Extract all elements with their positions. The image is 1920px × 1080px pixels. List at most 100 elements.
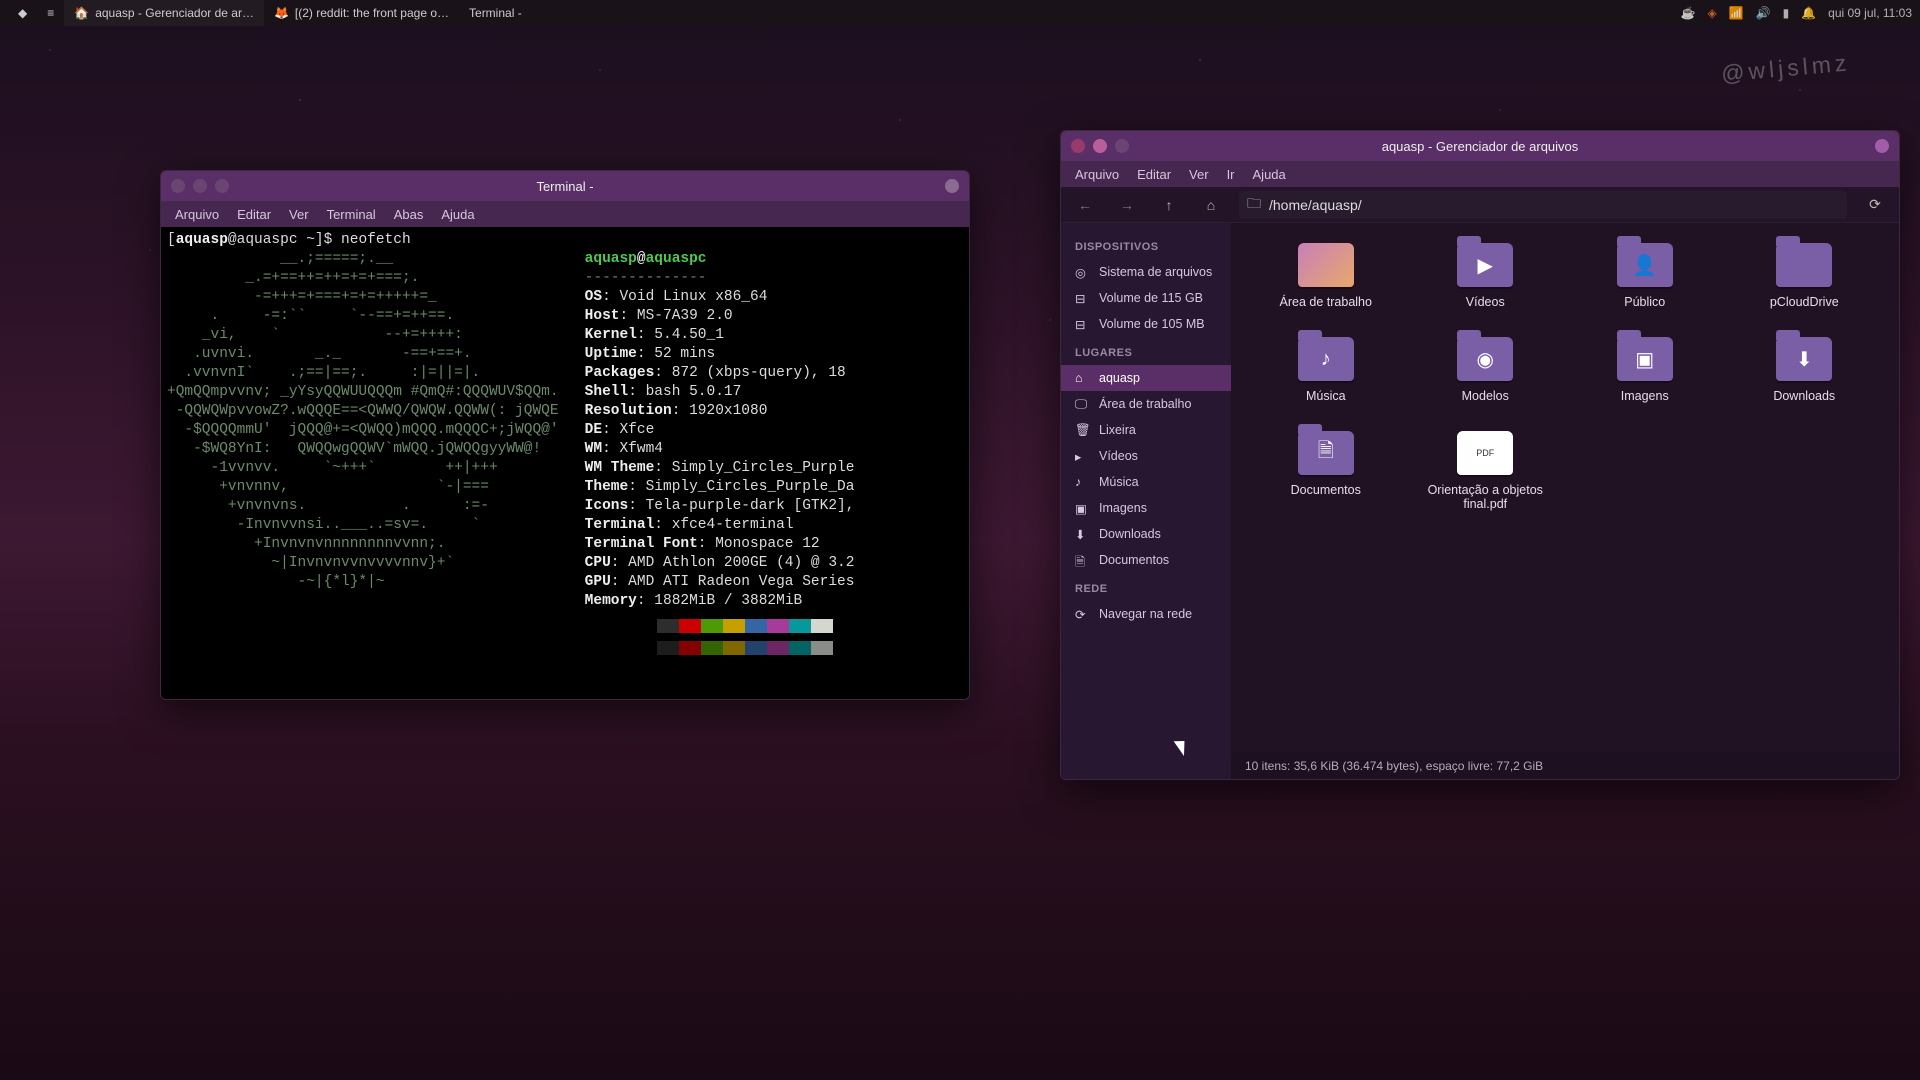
sidebar-item-icon: 🗎 (1075, 553, 1089, 567)
sidebar-item[interactable]: ⟳Navegar na rede (1061, 601, 1231, 627)
taskbar-item-filemanager[interactable]: 🏠aquasp - Gerenciador de ar… (64, 0, 264, 26)
wifi-icon[interactable]: 📶 (1729, 6, 1744, 20)
terminal-menubar: Arquivo Editar Ver Terminal Abas Ajuda (161, 201, 969, 227)
taskbar-item-terminal[interactable]: Terminal - (459, 0, 532, 26)
minimize-icon[interactable] (193, 179, 207, 193)
sidebar-heading: DISPOSITIVOS (1061, 231, 1231, 259)
sidebar-item[interactable]: ⬇ Downloads (1061, 521, 1231, 547)
menu-editar[interactable]: Editar (1137, 167, 1171, 182)
close-icon[interactable] (1071, 139, 1085, 153)
filemanager-window: aquasp - Gerenciador de arquivos Arquivo… (1060, 130, 1900, 780)
fm-icon-view[interactable]: Área de trabalho ▶ Vídeos 👤 Público pClo… (1231, 223, 1899, 753)
menu-ver[interactable]: Ver (1189, 167, 1209, 182)
whisker-icon: ◆ (18, 6, 27, 20)
refresh-button[interactable]: ⟳ (1861, 191, 1889, 219)
sidebar-item[interactable]: ⊟Volume de 115 GB (1061, 285, 1231, 311)
forward-button[interactable]: → (1113, 191, 1141, 219)
file-entry[interactable]: ◉ Modelos (1411, 337, 1561, 403)
sidebar-item-icon: 🗑 (1075, 423, 1089, 437)
show-desktop[interactable]: ≡ (37, 0, 64, 26)
taskbar-item-browser[interactable]: 🦊[(2) reddit: the front page o… (264, 0, 459, 26)
menu-arquivo[interactable]: Arquivo (1075, 167, 1119, 182)
menu-abas[interactable]: Abas (394, 207, 424, 222)
sidebar-item-label: Lixeira (1099, 423, 1136, 437)
minimize-icon[interactable] (1093, 139, 1107, 153)
folder-icon: ♪ (1298, 337, 1354, 381)
fm-menubar: Arquivo Editar Ver Ir Ajuda (1061, 161, 1899, 187)
maximize-icon[interactable] (215, 179, 229, 193)
sidebar-item-label: aquasp (1099, 371, 1140, 385)
file-entry[interactable]: ▣ Imagens (1570, 337, 1720, 403)
file-entry[interactable]: 🗎 Documentos (1251, 431, 1401, 511)
resize-icon[interactable] (945, 179, 959, 193)
fm-sidebar: DISPOSITIVOS◎Sistema de arquivos⊟Volume … (1061, 223, 1231, 779)
sidebar-heading: LUGARES (1061, 337, 1231, 365)
sidebar-item[interactable]: 🗑 Lixeira (1061, 417, 1231, 443)
menu-terminal[interactable]: Terminal (327, 207, 376, 222)
sidebar-item-icon: ⬇ (1075, 527, 1089, 541)
file-label: Vídeos (1466, 295, 1505, 309)
file-entry[interactable]: ⬇ Downloads (1730, 337, 1880, 403)
sidebar-item[interactable]: ▣Imagens (1061, 495, 1231, 521)
maximize-icon[interactable] (1115, 139, 1129, 153)
menu-ajuda[interactable]: Ajuda (1253, 167, 1286, 182)
sidebar-item-label: Sistema de arquivos (1099, 265, 1212, 279)
menu-ver[interactable]: Ver (289, 207, 309, 222)
resize-icon[interactable] (1875, 139, 1889, 153)
sidebar-item-label: Documentos (1099, 553, 1169, 567)
path-bar[interactable]: 🗀 /home/aquasp/ (1239, 191, 1847, 219)
clipboard-icon[interactable]: ▮ (1783, 6, 1790, 20)
folder-icon (1298, 243, 1354, 287)
menu-editar[interactable]: Editar (237, 207, 271, 222)
whisker-menu[interactable]: ◆ (8, 0, 37, 26)
coffee-icon[interactable]: ☕ (1681, 6, 1696, 20)
terminal-content[interactable]: [aquasp@aquaspc ~]$ neofetch __.;=====;.… (161, 227, 969, 699)
sidebar-item[interactable]: ◎Sistema de arquivos (1061, 259, 1231, 285)
fm-titlebar[interactable]: aquasp - Gerenciador de arquivos (1061, 131, 1899, 161)
sidebar-item[interactable]: ⊟Volume de 105 MB (1061, 311, 1231, 337)
folder-icon: ▶ (1457, 243, 1513, 287)
up-button[interactable]: ↑ (1155, 191, 1183, 219)
home-button[interactable]: ⌂ (1197, 191, 1225, 219)
menu-arquivo[interactable]: Arquivo (175, 207, 219, 222)
file-entry[interactable]: 👤 Público (1570, 243, 1720, 309)
sidebar-item-label: Vídeos (1099, 449, 1138, 463)
fm-toolbar: ← → ↑ ⌂ 🗀 /home/aquasp/ ⟳ (1061, 187, 1899, 223)
file-entry[interactable]: ▶ Vídeos (1411, 243, 1561, 309)
notification-icon[interactable]: 🔔 (1801, 6, 1816, 20)
sidebar-item-icon: ⌂ (1075, 371, 1089, 385)
sidebar-item[interactable]: 🗎 Documentos (1061, 547, 1231, 573)
folder-icon: 👤 (1617, 243, 1673, 287)
system-tray: ☕ ◈ 📶 🔊 ▮ 🔔 qui 09 jul, 11:03 (1681, 6, 1913, 20)
sidebar-item[interactable]: ⌂ aquasp (1061, 365, 1231, 391)
sidebar-item-icon: 🖵 (1075, 397, 1089, 411)
close-icon[interactable] (171, 179, 185, 193)
path-text: /home/aquasp/ (1269, 197, 1362, 213)
xfce-icon[interactable]: ◈ (1707, 6, 1716, 20)
volume-icon[interactable]: 🔊 (1756, 6, 1771, 20)
file-entry[interactable]: Área de trabalho (1251, 243, 1401, 309)
fm-title: aquasp - Gerenciador de arquivos (1382, 139, 1579, 154)
home-icon: 🏠 (74, 6, 89, 20)
sidebar-item[interactable]: 🖵Área de trabalho (1061, 391, 1231, 417)
firefox-icon: 🦊 (274, 6, 289, 20)
file-entry[interactable]: pCloudDrive (1730, 243, 1880, 309)
clock[interactable]: qui 09 jul, 11:03 (1828, 6, 1912, 20)
sidebar-item[interactable]: ▸Vídeos (1061, 443, 1231, 469)
folder-icon: PDF (1457, 431, 1513, 475)
file-entry[interactable]: PDF Orientação a objetos final.pdf (1411, 431, 1561, 511)
menu-ajuda[interactable]: Ajuda (441, 207, 474, 222)
sidebar-item-icon: ▣ (1075, 501, 1089, 515)
menu-ir[interactable]: Ir (1227, 167, 1235, 182)
sidebar-item-label: Downloads (1099, 527, 1161, 541)
sidebar-item[interactable]: ♪Música (1061, 469, 1231, 495)
file-label: Público (1624, 295, 1665, 309)
folder-icon: 🗎 (1298, 431, 1354, 475)
terminal-titlebar[interactable]: Terminal - (161, 171, 969, 201)
back-button[interactable]: ← (1071, 191, 1099, 219)
file-entry[interactable]: ♪ Música (1251, 337, 1401, 403)
sidebar-heading: REDE (1061, 573, 1231, 601)
folder-icon: ⬇ (1776, 337, 1832, 381)
file-label: Modelos (1462, 389, 1509, 403)
folder-icon (1776, 243, 1832, 287)
